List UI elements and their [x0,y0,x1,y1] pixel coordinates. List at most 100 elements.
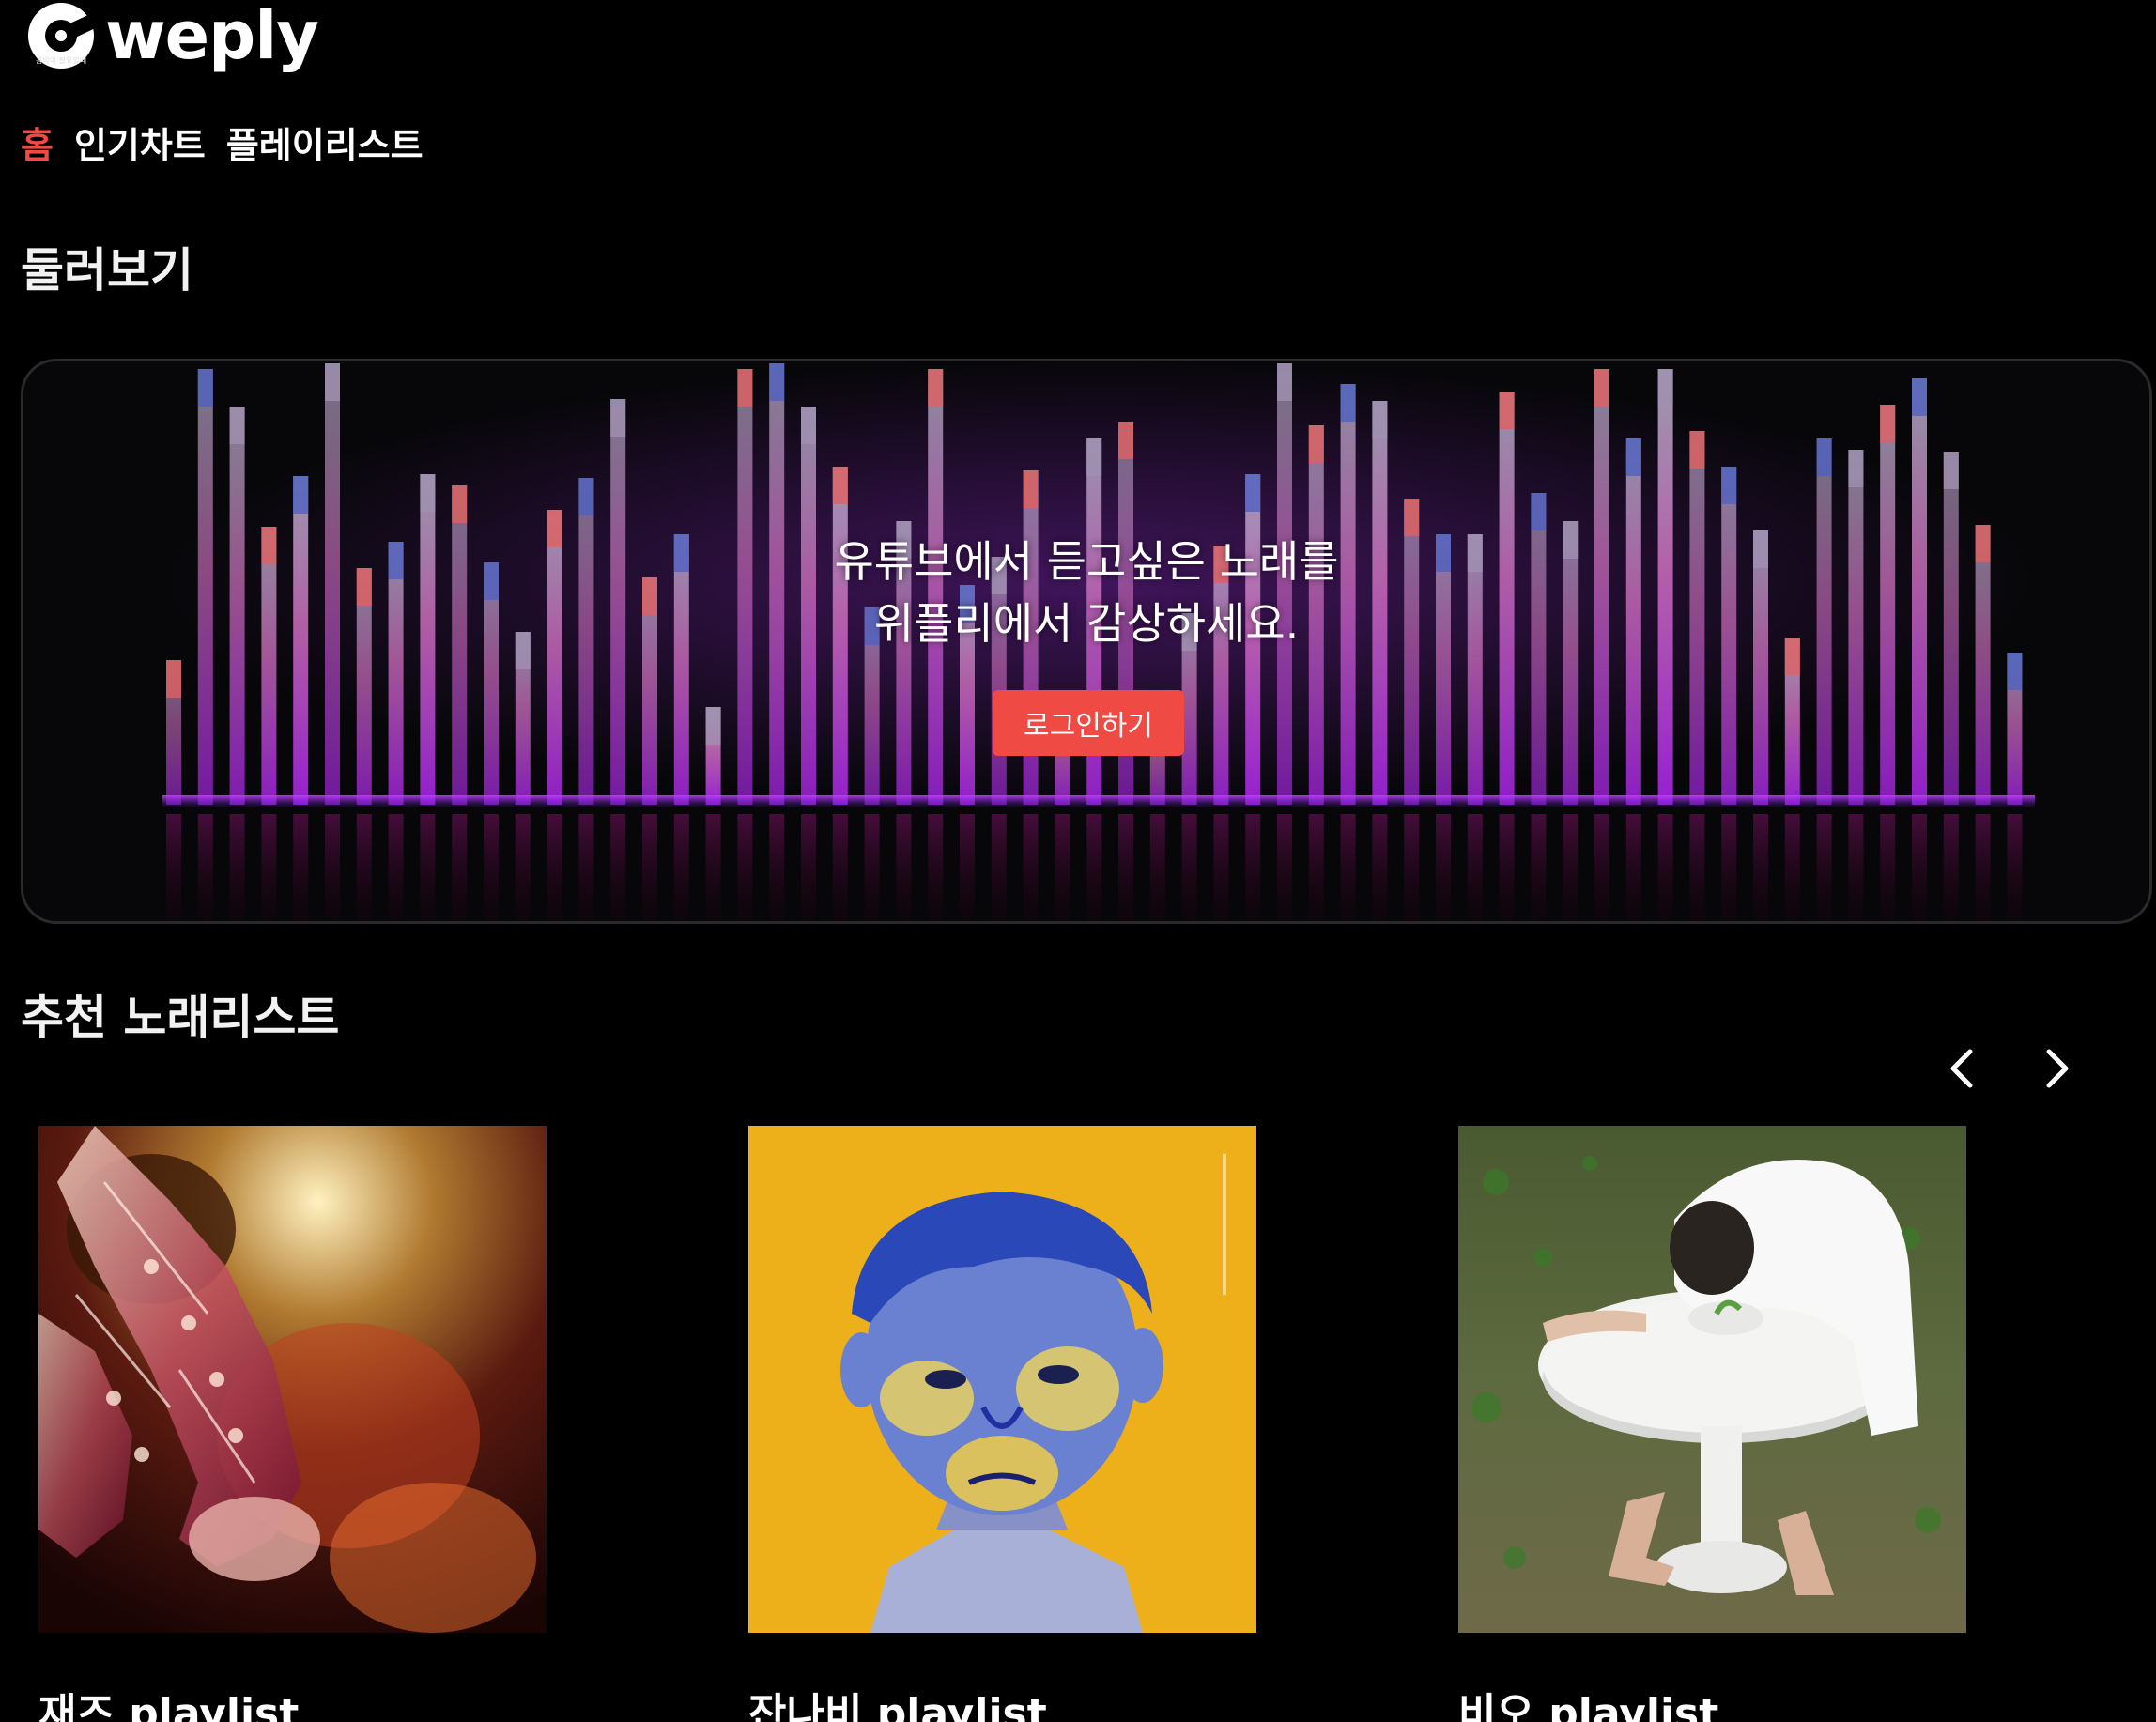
equalizer-reflection [1975,814,1991,921]
equalizer-reflection [1625,814,1641,921]
equalizer-reflection [1563,814,1578,921]
logo-subtitle: 음악이 필요할때 [36,56,87,65]
equalizer-reflection [197,814,213,921]
equalizer-reflection [1055,814,1070,921]
equalizer-bar-cap [705,707,721,745]
login-button[interactable]: 로그인하기 [993,690,1184,756]
equalizer-bar-cap [832,467,848,504]
nav-item-home[interactable]: 홈 [21,116,54,168]
equalizer-bar-cap [1848,450,1864,487]
equalizer-bar-cap [1943,452,1959,489]
equalizer-reflection [1340,814,1356,921]
equalizer-bar-cap [452,485,468,523]
equalizer-reflection [2007,814,2023,921]
equalizer-reflection [1943,814,1959,921]
logo-text: weply [105,0,319,74]
equalizer-reflection [864,814,880,921]
main-nav: 홈 인기차트 플레이리스트 [21,116,424,168]
equalizer-reflection [1657,814,1673,921]
equalizer-reflection [1149,814,1165,921]
equalizer-bar-cap [801,407,816,444]
equalizer-reflection [515,814,531,921]
equalizer-reflection [1086,814,1102,921]
playlist-card-jazz[interactable]: 재즈 playlist [38,1126,547,1722]
equalizer-reflection [1689,814,1705,921]
equalizer-reflection [356,814,372,921]
playlist-title[interactable]: 재즈 playlist [38,1680,299,1722]
equalizer-bar-cap [1594,369,1609,407]
equalizer-bar-cap [1625,438,1641,476]
equalizer-bar-cap [229,407,245,444]
playlist-title[interactable]: 비오 playlist [1458,1680,1718,1722]
equalizer-reflection [547,814,562,921]
equalizer-bar-cap [2007,653,2023,690]
equalizer-bar-cap [1499,392,1515,429]
equalizer-reflection [1118,814,1133,921]
equalizer-reflection [705,814,721,921]
equalizer-reflection [1848,814,1864,921]
equalizer-bar-cap [1531,493,1547,530]
equalizer-bar-cap [1689,431,1705,469]
playlist-title[interactable]: 잔나비 playlist [748,1680,1047,1722]
logo[interactable]: 음악이 필요할때 weply [28,0,319,75]
hero-banner: 유튜브에서 듣고싶은 노래를 위플리에서 감상하세요. 로그인하기 [21,359,2152,924]
equalizer-reflection [737,814,753,921]
equalizer-bar-cap [578,478,594,515]
equalizer-reflection [1912,814,1927,921]
equalizer-reflection [1436,814,1451,921]
chevron-right-icon [2046,1049,2069,1088]
playlist-cover-image[interactable] [1458,1126,1966,1633]
chevron-left-icon [1950,1049,1973,1088]
equalizer-bar-cap [1308,425,1324,463]
equalizer-bar-cap [769,363,785,401]
equalizer-bar-cap [1023,470,1039,508]
equalizer-reflection [1277,814,1292,921]
carousel-prev-button[interactable] [1936,1042,1989,1095]
equalizer-reflection [960,814,975,921]
equalizer-reflection [1816,814,1832,921]
equalizer-reflection [1467,814,1483,921]
equalizer-bar-cap [1880,405,1896,442]
equalizer-reflection [1753,814,1768,921]
equalizer-bar-cap [1372,401,1388,438]
equalizer-reflection [1784,814,1800,921]
equalizer-reflection [229,814,245,921]
banner-line-1: 유튜브에서 듣고싶은 노래를 [834,536,1339,587]
equalizer-reflection [610,814,626,921]
equalizer-reflection [578,814,594,921]
banner-line-2: 위플리에서 감상하세요. [873,598,1300,649]
page: 음악이 필요할때 weply 홈 인기차트 플레이리스트 둘러보기 유튜브에서 … [0,0,2156,1722]
equalizer-bar-cap [1118,422,1133,459]
equalizer-reflection [261,814,277,921]
equalizer-reflection [928,814,944,921]
equalizer-reflection [1499,814,1515,921]
equalizer-reflection [896,814,912,921]
equalizer-reflection [325,814,340,921]
explore-title: 둘러보기 [21,243,193,298]
equalizer-bar-cap [197,369,213,407]
equalizer-bar-cap [1277,363,1292,401]
equalizer-bar-cap [737,369,753,407]
recommended-title: 추천 노래리스트 [21,991,340,1045]
equalizer-reflection [388,814,404,921]
equalizer-reflection [420,814,436,921]
carousel-next-button[interactable] [2030,1042,2083,1095]
equalizer-bar-cap [420,474,436,512]
playlist-card-bio[interactable]: 비오 playlist [1458,1126,1966,1722]
equalizer-reflection [1880,814,1896,921]
nav-item-chart[interactable]: 인기차트 [74,116,206,168]
equalizer-bar-cap [1912,378,1927,416]
equalizer-bar-cap [293,476,309,514]
equalizer-reflection [1308,814,1324,921]
equalizer-reflection [673,814,689,921]
equalizer-reflection [1372,814,1388,921]
equalizer-reflection [991,814,1007,921]
playlist-card-jannabi[interactable]: 잔나비 playlist [748,1126,1256,1722]
equalizer-reflection [1721,814,1737,921]
playlist-cover-image[interactable] [38,1126,547,1633]
nav-item-playlist[interactable]: 플레이리스트 [226,116,424,168]
equalizer-bar-cap [1245,474,1261,512]
playlist-cover-image[interactable] [748,1126,1256,1633]
equalizer-reflection [1023,814,1039,921]
equalizer-reflection [1213,814,1229,921]
